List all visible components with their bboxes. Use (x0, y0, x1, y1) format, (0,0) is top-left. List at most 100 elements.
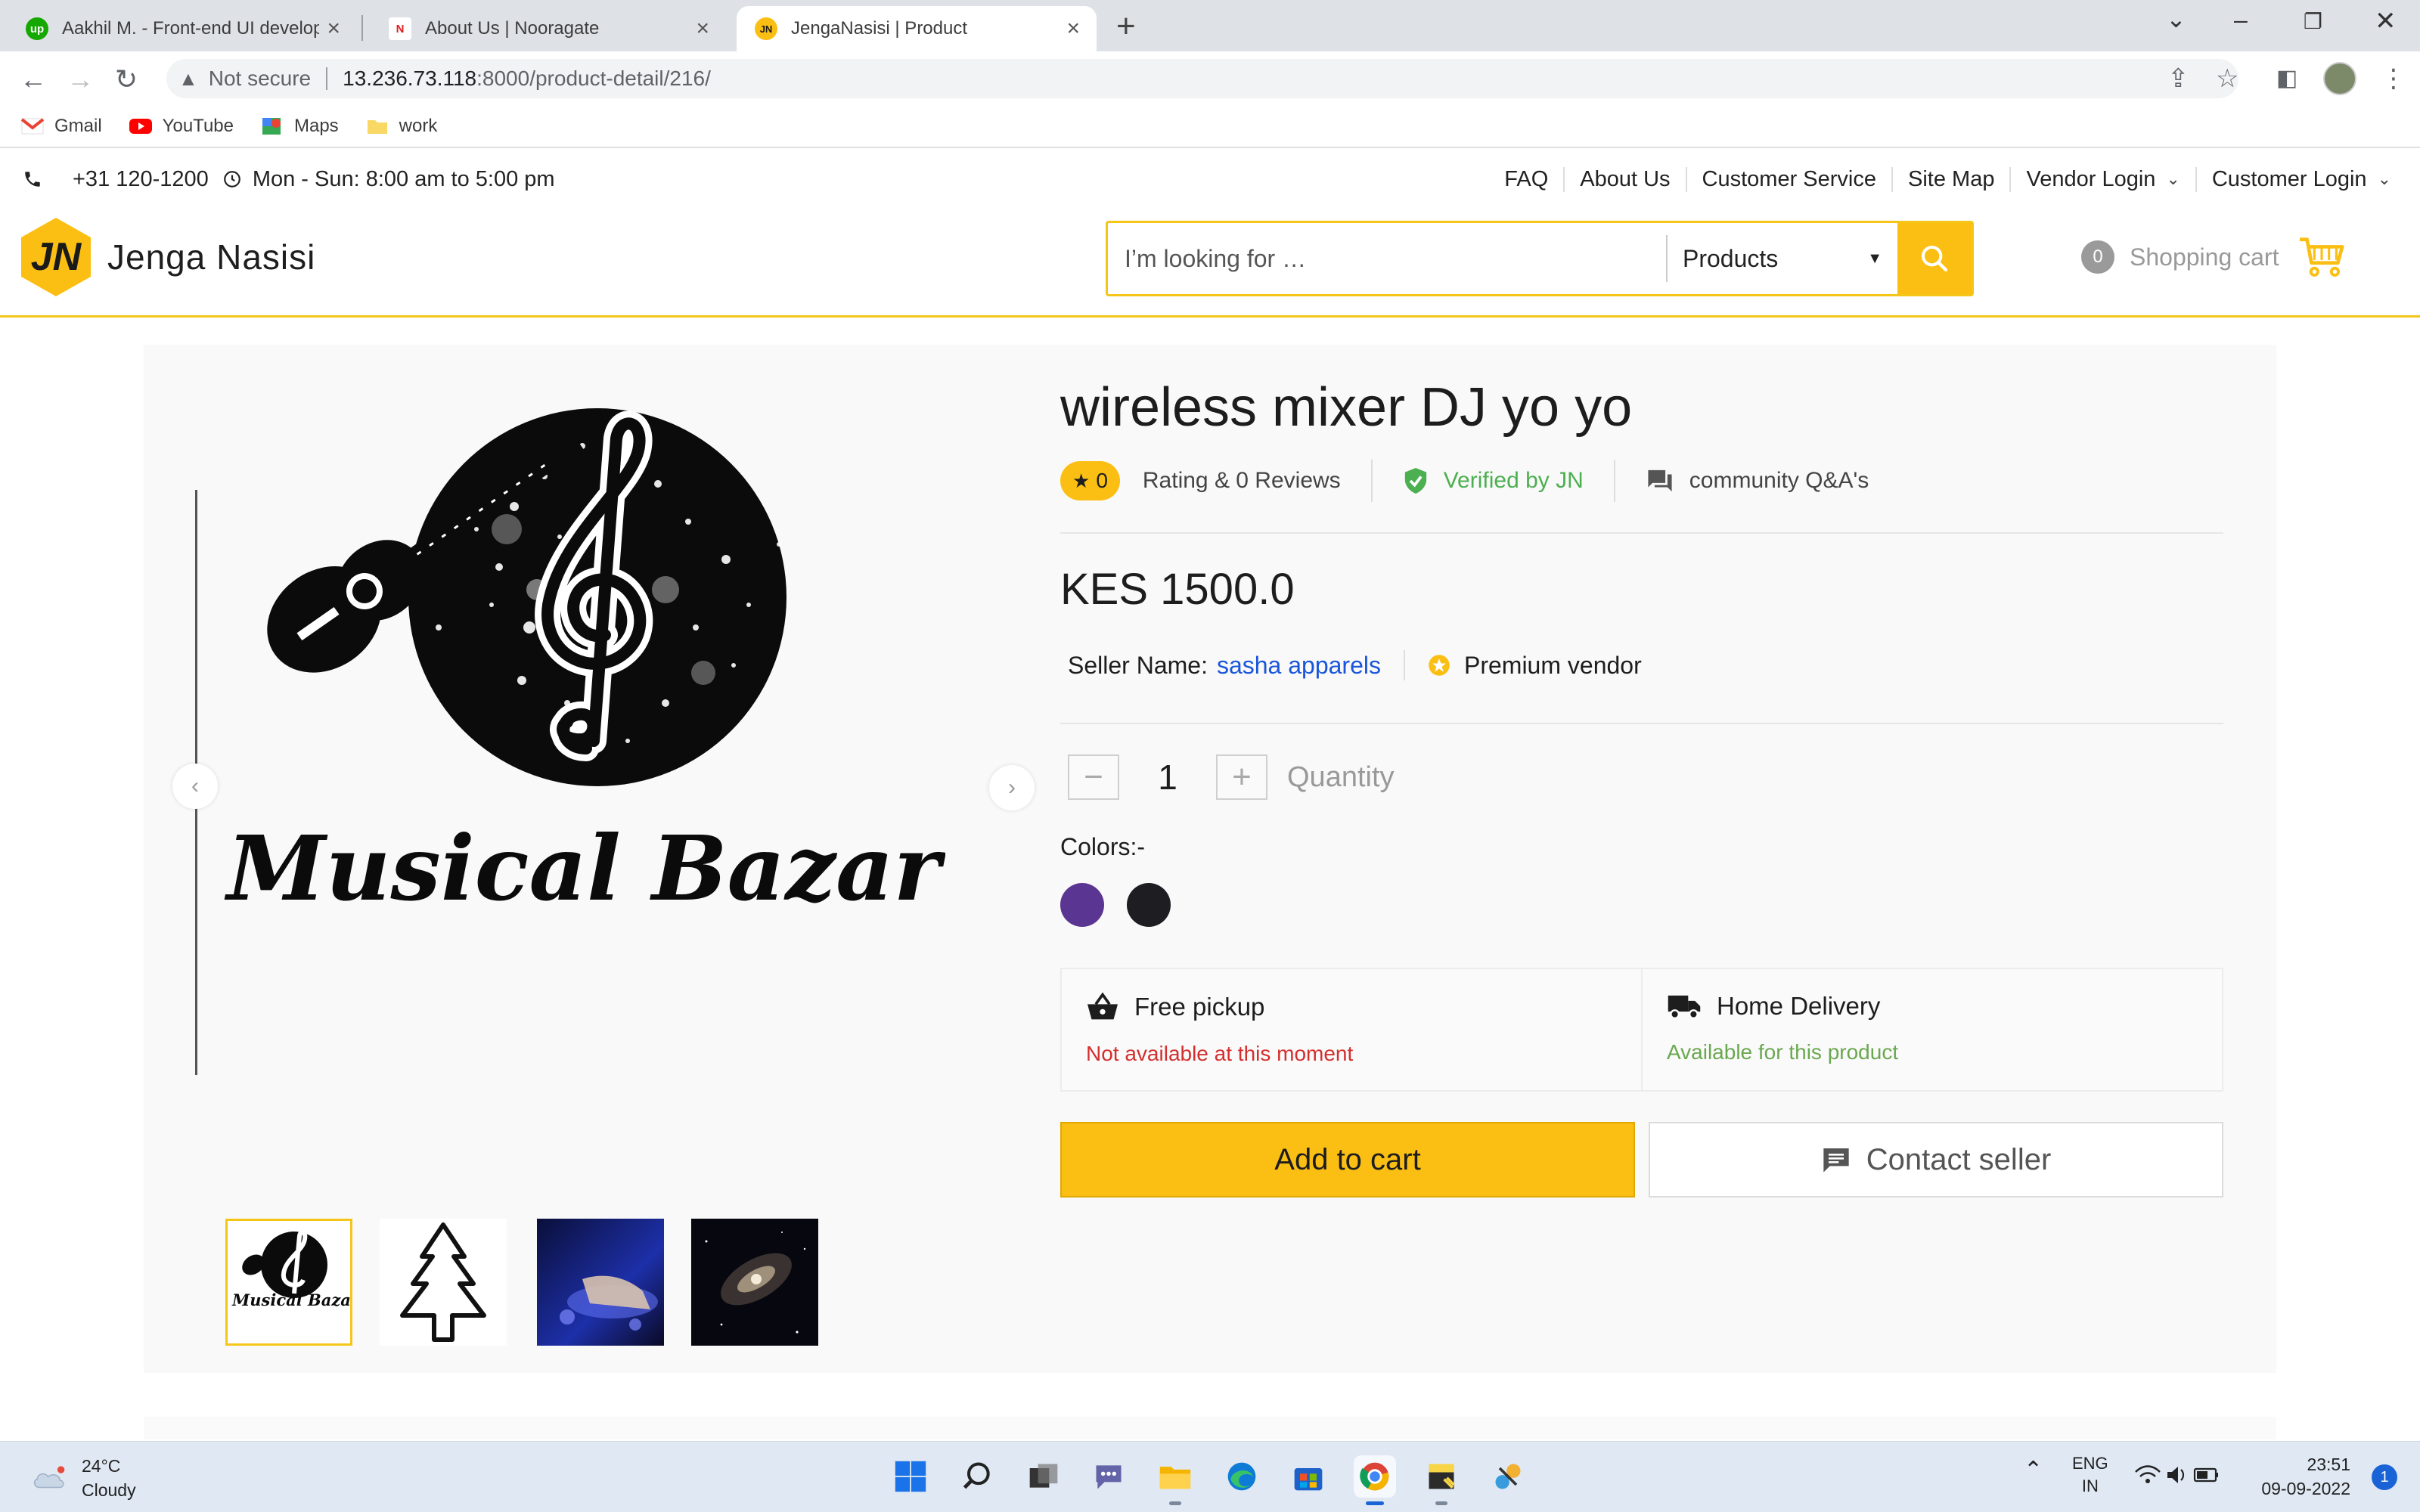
notification-count-badge[interactable]: 1 (2372, 1464, 2397, 1490)
pickup-title: Free pickup (1134, 993, 1265, 1021)
search-icon (1922, 246, 1948, 272)
profile-avatar[interactable] (2323, 62, 2356, 95)
top-link-about-us[interactable]: About Us (1563, 166, 1685, 192)
decrease-quantity-button[interactable]: − (1068, 754, 1119, 800)
thumbnail-dj-mixer[interactable] (537, 1219, 664, 1346)
bookmark-star-icon[interactable]: ☆ (2216, 64, 2238, 94)
browser-menu-icon[interactable]: ⋮ (2381, 64, 2406, 94)
product-meta-row: ★ 0 Rating & 0 Reviews Verified by JN co… (1060, 458, 1869, 503)
contact-seller-button[interactable]: Contact seller (1649, 1122, 2223, 1198)
minimize-icon[interactable]: – (2234, 6, 2248, 34)
new-tab-icon[interactable]: + (1116, 8, 1136, 45)
link-label: FAQ (1504, 166, 1549, 191)
rating-reviews-text[interactable]: Rating & 0 Reviews (1143, 468, 1341, 494)
customer-login-dropdown[interactable]: Customer Login ⌄ (2195, 166, 2406, 192)
clock-icon (223, 171, 240, 187)
delivery-title: Home Delivery (1717, 992, 1881, 1020)
chrome-browser-icon[interactable] (1354, 1455, 1396, 1505)
star-icon: ★ (1072, 469, 1091, 492)
search-button[interactable] (1897, 223, 1972, 294)
address-bar: ← → ↻ ▲ Not secure 13.236.73.118 :8000/p… (0, 51, 2420, 106)
weather-widget[interactable]: 24°C Cloudy (30, 1454, 136, 1502)
chat-message-icon (1823, 1148, 1849, 1173)
product-title: wireless mixer DJ yo yo (1060, 377, 1633, 438)
bookmarks-bar: Gmail YouTube Maps work (0, 106, 2420, 148)
search-input[interactable] (1108, 223, 1666, 294)
bookmark-gmail[interactable]: Gmail (21, 116, 102, 137)
cart-icon (2300, 237, 2344, 277)
system-tray-icons[interactable] (2133, 1460, 2223, 1495)
microsoft-store-icon[interactable] (1287, 1455, 1329, 1498)
close-tab-icon[interactable]: × (327, 16, 340, 42)
forward-arrow-icon[interactable]: → (67, 64, 94, 95)
link-label: Site Map (1908, 166, 1995, 191)
close-window-icon[interactable]: ✕ (2375, 6, 2397, 36)
input-language-indicator[interactable]: ENG IN (2072, 1452, 2108, 1498)
thumbnail-musical-bazar[interactable]: Musical Bazar (225, 1219, 352, 1346)
gallery-next-arrow-icon[interactable]: › (989, 765, 1035, 810)
close-tab-icon[interactable]: × (1066, 16, 1080, 42)
delivery-options: Free pickup Not available at this moment… (1060, 968, 2223, 1092)
file-explorer-icon[interactable] (1154, 1455, 1196, 1505)
link-label: Vendor Login (2026, 166, 2156, 191)
nooragate-favicon-icon: N (389, 17, 411, 40)
system-clock[interactable]: 23:51 09-09-2022 (2261, 1452, 2350, 1501)
restore-icon[interactable]: ❐ (2304, 9, 2322, 34)
rating-value: 0 (1096, 469, 1108, 492)
bookmark-folder-work[interactable]: work (366, 116, 437, 137)
quantity-value[interactable]: 1 (1119, 757, 1216, 798)
warning-triangle-icon[interactable]: ▲ (178, 67, 198, 91)
seller-name-link[interactable]: sasha apparels (1217, 652, 1381, 680)
product-price: KES 1500.0 (1060, 565, 1295, 614)
color-swatch-black[interactable] (1127, 883, 1171, 927)
quantity-stepper: − 1 + Quantity (1068, 753, 1395, 801)
sticky-notes-icon[interactable] (1420, 1455, 1463, 1505)
vendor-login-dropdown[interactable]: Vendor Login ⌄ (2009, 166, 2195, 192)
bookmark-maps[interactable]: Maps (261, 116, 339, 137)
edge-browser-icon[interactable] (1221, 1455, 1263, 1498)
close-tab-icon[interactable]: × (696, 16, 709, 42)
snipping-tool-icon[interactable] (1487, 1455, 1529, 1498)
add-to-cart-button[interactable]: Add to cart (1060, 1122, 1635, 1198)
teams-chat-icon[interactable] (1087, 1455, 1130, 1498)
taskbar-search-icon[interactable] (956, 1455, 998, 1498)
verified-text: Verified by JN (1443, 468, 1584, 493)
thumbnail-wordmark: Musical Bazar (231, 1290, 350, 1309)
security-label[interactable]: Not secure (209, 67, 311, 91)
link-label: Customer Service (1702, 166, 1877, 191)
back-arrow-icon[interactable]: ← (20, 64, 47, 95)
battery-icon (2193, 1467, 2218, 1483)
browser-tab-jenganasisi[interactable]: JN JengaNasisi | Product × (737, 6, 1097, 51)
browser-tab-nooragate[interactable]: N About Us | Nooragate × (371, 6, 726, 51)
url-omnibox[interactable]: ▲ Not secure 13.236.73.118 :8000/product… (166, 59, 2238, 98)
site-logo[interactable]: JN Jenga Nasisi (21, 218, 315, 296)
share-icon[interactable]: ⇪ (2167, 64, 2189, 94)
thumbnail-galaxy[interactable] (691, 1219, 818, 1346)
top-links: FAQ About Us Customer Service Site Map V… (1489, 156, 2406, 203)
top-link-faq[interactable]: FAQ (1489, 167, 1563, 192)
shopping-cart[interactable]: 0 Shopping cart (2081, 236, 2345, 278)
url-path: :8000/product-detail/216/ (476, 67, 711, 90)
windows-start-icon[interactable] (889, 1455, 932, 1498)
contact-seller-label: Contact seller (1866, 1142, 2052, 1176)
running-indicator (1435, 1501, 1447, 1505)
show-hidden-icons-chevron-icon[interactable]: ⌃ (2024, 1457, 2043, 1483)
color-swatch-purple[interactable] (1060, 883, 1104, 927)
browser-tab-upwork[interactable]: up Aakhil M. - Front-end UI develop × (8, 6, 357, 51)
thumbnail-tree[interactable] (380, 1219, 507, 1346)
increase-quantity-button[interactable]: + (1216, 754, 1267, 800)
volume-icon (2167, 1467, 2185, 1483)
bookmark-youtube[interactable]: YouTube (129, 116, 234, 137)
reload-icon[interactable]: ↻ (115, 64, 138, 95)
side-panel-icon[interactable]: ◧ (2276, 65, 2297, 91)
bookmark-label: Maps (293, 116, 339, 136)
top-link-customer-service[interactable]: Customer Service (1685, 166, 1891, 192)
product-main-image[interactable]: Musical Bazar (204, 378, 945, 983)
search-category-select[interactable]: Products ▼ (1666, 235, 1897, 282)
task-view-icon[interactable] (1022, 1455, 1065, 1498)
top-link-site-map[interactable]: Site Map (1891, 166, 2009, 192)
seller-label: Seller Name: (1068, 651, 1208, 679)
gallery-prev-arrow-icon[interactable]: ‹ (172, 764, 218, 809)
tab-search-chevron-icon[interactable]: ⌄ (2166, 5, 2186, 33)
community-qa-link[interactable]: community Q&A's (1689, 468, 1869, 494)
